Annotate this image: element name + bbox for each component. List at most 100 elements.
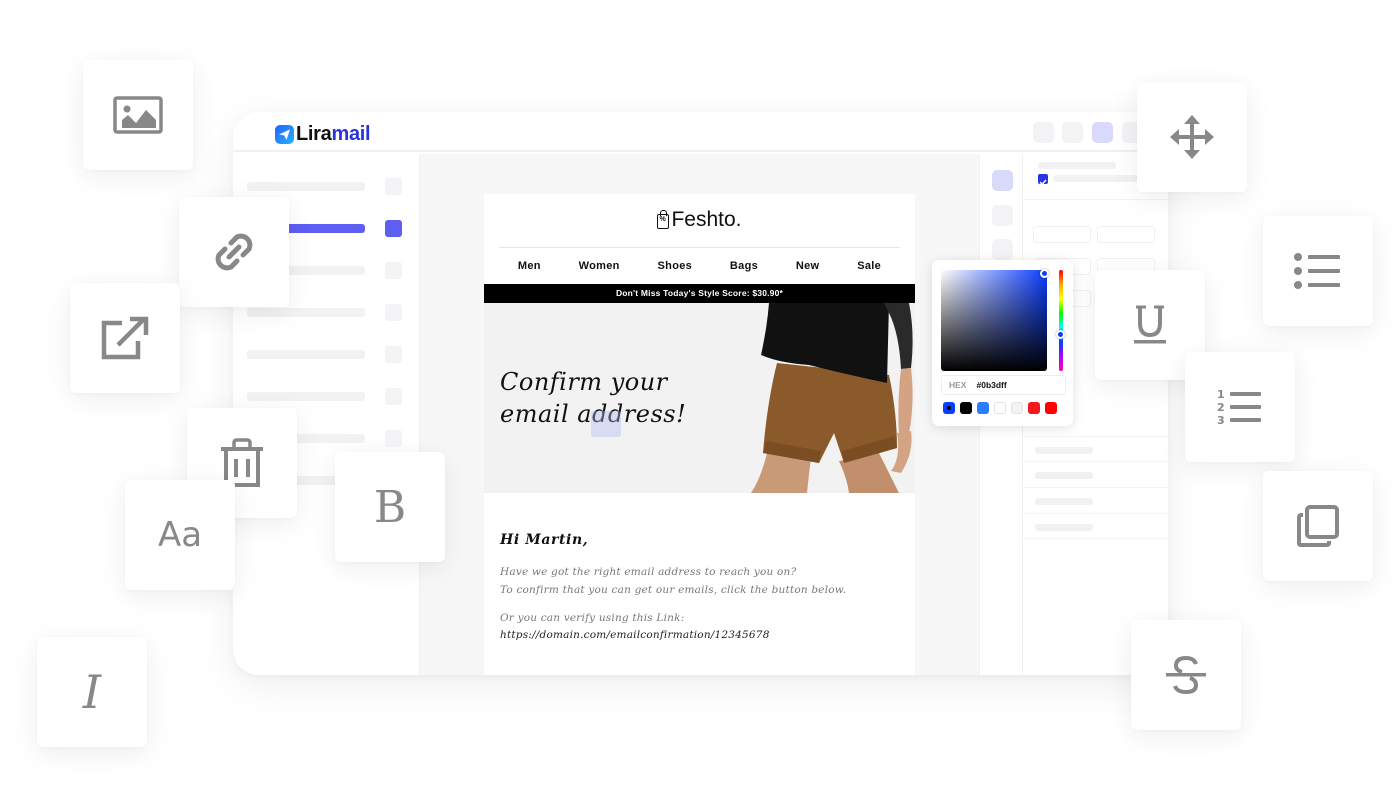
color-swatches: [943, 402, 1057, 414]
divider: [1023, 199, 1168, 200]
swatch-white[interactable]: [994, 402, 1006, 414]
top-bar: Liramail: [233, 112, 1168, 152]
stage: Liramail % Feshto. Men Women Shoes Bags …: [0, 0, 1400, 788]
image-icon: [113, 96, 163, 134]
logo-text-part1: Lira: [296, 123, 332, 145]
bold-icon: B: [373, 481, 407, 533]
bulleted-list-icon: [1294, 253, 1340, 289]
divider: [1023, 538, 1168, 539]
saturation-handle[interactable]: [1040, 269, 1049, 278]
underline-icon: [1134, 305, 1166, 344]
body-line: Have we got the right email address to r…: [500, 566, 797, 578]
property-input[interactable]: [1033, 226, 1091, 243]
svg-text:2: 2: [1217, 401, 1225, 414]
property-input[interactable]: [1097, 226, 1155, 243]
promo-banner[interactable]: Don't Miss Today's Style Score: $30.90*: [484, 284, 915, 303]
toolbar-button-1[interactable]: [1033, 122, 1054, 143]
divider: [1023, 461, 1168, 462]
property-label: [1053, 175, 1138, 182]
image-tool[interactable]: [83, 60, 193, 170]
link-tool[interactable]: [179, 197, 289, 307]
hue-handle[interactable]: [1056, 330, 1065, 339]
nav-link-shoes[interactable]: Shoes: [658, 260, 693, 272]
hue-slider[interactable]: [1059, 270, 1063, 371]
nav-link-new[interactable]: New: [796, 260, 820, 272]
layer-row[interactable]: [247, 308, 365, 317]
brand-name: Feshto.: [671, 208, 742, 231]
panel-tab[interactable]: [992, 205, 1013, 226]
property-label: [1035, 472, 1093, 479]
swatch-light-gray[interactable]: [1011, 402, 1023, 414]
email-preview[interactable]: % Feshto. Men Women Shoes Bags New Sale …: [484, 194, 915, 675]
italic-tool[interactable]: I: [37, 637, 147, 747]
confirmation-link[interactable]: https://domain.com/emailconfirmation/123…: [500, 627, 899, 643]
swatch-black[interactable]: [960, 402, 972, 414]
italic-icon: I: [82, 665, 102, 719]
nav-link-men[interactable]: Men: [518, 260, 541, 272]
font-tool[interactable]: Aa: [125, 480, 235, 590]
hero-title-line1: Confirm your: [500, 368, 668, 396]
layer-toggle[interactable]: [385, 346, 402, 363]
strikethrough-tool[interactable]: [1131, 620, 1241, 730]
greeting: Hi Martin,: [500, 532, 589, 548]
numbered-list-tool[interactable]: 123: [1185, 352, 1295, 462]
toolbar-button-2[interactable]: [1062, 122, 1083, 143]
saturation-value-area[interactable]: [941, 270, 1047, 371]
email-nav: Men Women Shoes Bags New Sale: [499, 260, 900, 272]
verify-text: Or you can verify using this Link:: [500, 612, 685, 624]
hero-section[interactable]: Confirm your email address!: [484, 303, 915, 493]
swatch-light-blue[interactable]: [977, 402, 989, 414]
layer-toggle[interactable]: [385, 262, 402, 279]
color-picker: HEX #0b3dff: [932, 260, 1073, 426]
layer-toggle[interactable]: [385, 304, 402, 321]
divider: [1023, 436, 1168, 437]
move-tool[interactable]: [1137, 82, 1247, 192]
external-link-icon: [101, 316, 149, 360]
divider: [1023, 513, 1168, 514]
panel-tab[interactable]: [992, 239, 1013, 260]
email-body[interactable]: Hi Martin, Have we got the right email a…: [500, 532, 899, 643]
nav-link-women[interactable]: Women: [579, 260, 620, 272]
body-paragraph: Have we got the right email address to r…: [500, 563, 899, 599]
shopping-bag-percent-icon: %: [657, 209, 670, 229]
paper-plane-icon: [275, 125, 294, 144]
swatch-blue-selected[interactable]: [943, 402, 955, 414]
nav-link-sale[interactable]: Sale: [857, 260, 881, 272]
property-label: [1035, 524, 1093, 531]
model-photo: [751, 303, 913, 493]
duplicate-tool[interactable]: [1263, 471, 1373, 581]
bulleted-list-tool[interactable]: [1263, 216, 1373, 326]
font-size-icon: Aa: [157, 515, 203, 555]
layer-row[interactable]: [247, 392, 365, 401]
hex-label: HEX: [949, 380, 967, 390]
divider: [1023, 487, 1168, 488]
move-icon: [1170, 115, 1214, 159]
divider: [499, 247, 900, 248]
layer-toggle[interactable]: [385, 430, 402, 447]
strikethrough-icon: [1166, 656, 1206, 694]
text-selection-highlight: [591, 411, 621, 437]
bold-tool[interactable]: B: [335, 452, 445, 562]
svg-text:3: 3: [1217, 414, 1225, 426]
property-label: [1035, 498, 1093, 505]
layer-toggle-active[interactable]: [385, 220, 402, 237]
hex-value[interactable]: #0b3dff: [976, 380, 1006, 390]
swatch-red[interactable]: [1028, 402, 1040, 414]
external-link-tool[interactable]: [70, 283, 180, 393]
panel-tab-active[interactable]: [992, 170, 1013, 191]
layer-row[interactable]: [247, 182, 365, 191]
swatch-bright-red[interactable]: [1045, 402, 1057, 414]
link-icon: [215, 233, 253, 271]
layer-toggle[interactable]: [385, 178, 402, 195]
nav-link-bags[interactable]: Bags: [730, 260, 758, 272]
checkbox-checked[interactable]: [1038, 174, 1048, 186]
layer-row[interactable]: [247, 350, 365, 359]
email-brand: % Feshto.: [484, 208, 915, 232]
property-label: [1038, 162, 1116, 169]
layer-toggle[interactable]: [385, 388, 402, 405]
toolbar-button-active[interactable]: [1092, 122, 1113, 143]
body-line: To confirm that you can get our emails, …: [500, 584, 847, 596]
property-label: [1035, 447, 1093, 454]
hex-input[interactable]: HEX #0b3dff: [941, 375, 1066, 395]
logo[interactable]: Liramail: [275, 123, 371, 146]
